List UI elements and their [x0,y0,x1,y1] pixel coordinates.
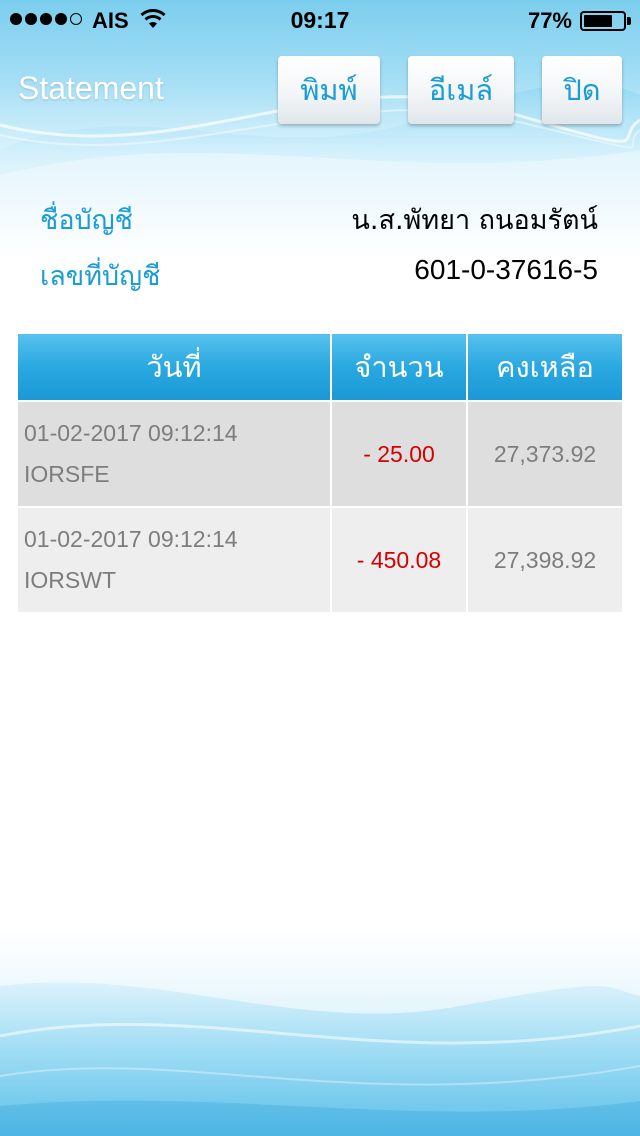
table-header: วันที่ จำนวน คงเหลือ [18,334,622,400]
close-button[interactable]: ปิด [542,56,622,124]
transaction-date-cell: 01-02-2017 09:12:14 IORSWT [18,508,330,612]
transaction-amount: - 25.00 [330,402,466,506]
transaction-balance: 27,398.92 [466,508,622,612]
account-number-value: 601-0-37616-5 [414,254,598,285]
transaction-datetime: 01-02-2017 09:12:14 [24,420,238,446]
battery-icon [580,11,626,31]
transaction-date-cell: 01-02-2017 09:12:14 IORSFE [18,402,330,506]
transaction-code: IORSFE [24,461,110,487]
column-header-balance: คงเหลือ [466,334,622,400]
table-row[interactable]: 01-02-2017 09:12:14 IORSFE - 25.00 27,37… [18,402,622,506]
footer-wave-decoration [0,926,640,1136]
statement-table: วันที่ จำนวน คงเหลือ 01-02-2017 09:12:14… [18,334,622,612]
status-bar: AIS 09:17 77% [0,0,640,40]
account-name-value: น.ส.พัทยา ถนอมรัตน์ [351,205,598,236]
transaction-code: IORSWT [24,567,116,593]
transaction-datetime: 01-02-2017 09:12:14 [24,526,238,552]
account-number-label: เลขที่บัญชี [40,261,161,292]
column-header-date: วันที่ [18,334,330,400]
print-button[interactable]: พิมพ์ [278,56,380,124]
table-row[interactable]: 01-02-2017 09:12:14 IORSWT - 450.08 27,3… [18,508,622,612]
account-name-label: ชื่อบัญชี [40,205,134,236]
email-button[interactable]: อีเมล์ [408,56,514,124]
footer-background [0,926,640,1136]
battery-cap [627,17,631,25]
column-header-amount: จำนวน [330,334,466,400]
battery-percent: 77% [527,8,572,33]
transaction-amount: - 450.08 [330,508,466,612]
battery-level-fill [584,15,613,27]
transaction-balance: 27,373.92 [466,402,622,506]
page-title: Statement [18,70,164,106]
